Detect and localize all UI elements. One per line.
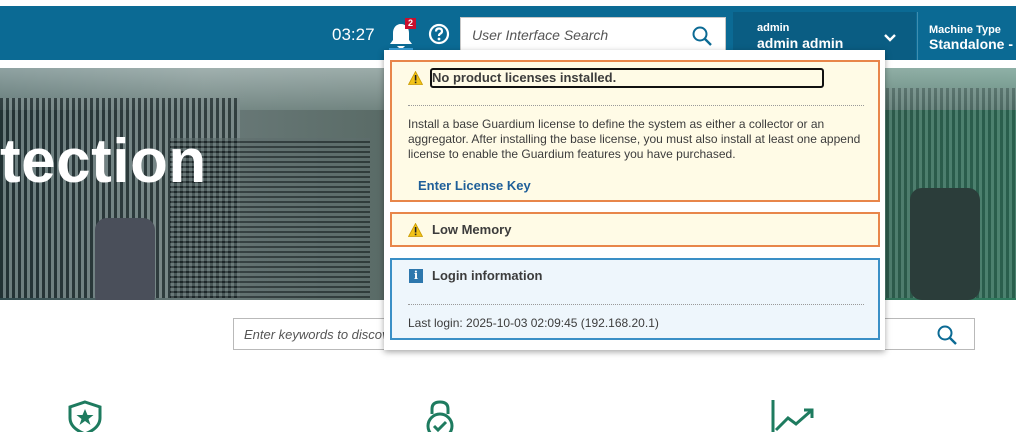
ui-search-input[interactable]: User Interface Search <box>460 17 726 53</box>
warning-icon <box>407 222 424 237</box>
notification-license[interactable]: No product licenses installed. Install a… <box>390 60 880 202</box>
clock-time: 03:27 <box>332 25 375 44</box>
hero-person-left <box>95 218 155 300</box>
help-icon[interactable] <box>428 23 450 45</box>
keyword-search-placeholder: Enter keywords to discov <box>244 327 389 342</box>
lock-check-icon[interactable] <box>424 400 456 437</box>
search-icon[interactable] <box>936 324 958 346</box>
divider <box>408 105 864 106</box>
notifications-dropdown: No product licenses installed. Install a… <box>384 50 885 350</box>
notification-body: Last login: 2025-10-03 02:09:45 (192.168… <box>408 316 659 330</box>
hero-person-right <box>910 188 980 300</box>
notification-title: Login information <box>432 268 543 283</box>
notification-title: Low Memory <box>432 222 512 237</box>
user-small-label: admin <box>757 22 790 34</box>
notification-count-badge: 2 <box>405 18 416 29</box>
chevron-down-icon[interactable] <box>883 31 897 45</box>
enter-license-key-link[interactable]: Enter License Key <box>418 178 531 193</box>
user-name: admin admin <box>757 35 844 51</box>
machine-type: Machine Type Standalone - <box>917 12 1016 66</box>
notification-low-memory[interactable]: Low Memory <box>390 212 880 247</box>
trend-chart-icon[interactable] <box>770 400 818 432</box>
machine-type-label: Machine Type <box>929 24 1001 36</box>
hero-title: tection <box>0 127 207 196</box>
notification-title: No product licenses installed. <box>432 70 617 85</box>
machine-type-value: Standalone - <box>929 36 1014 52</box>
search-icon[interactable] <box>691 25 713 47</box>
notification-body: Install a base Guardium license to defin… <box>408 117 861 161</box>
warning-icon <box>407 70 424 85</box>
shield-star-icon[interactable] <box>66 400 104 436</box>
search-placeholder: User Interface Search <box>472 27 609 43</box>
divider <box>408 304 864 305</box>
info-icon: i <box>409 269 423 283</box>
notification-login-info[interactable]: i Login information Last login: 2025-10-… <box>390 258 880 340</box>
